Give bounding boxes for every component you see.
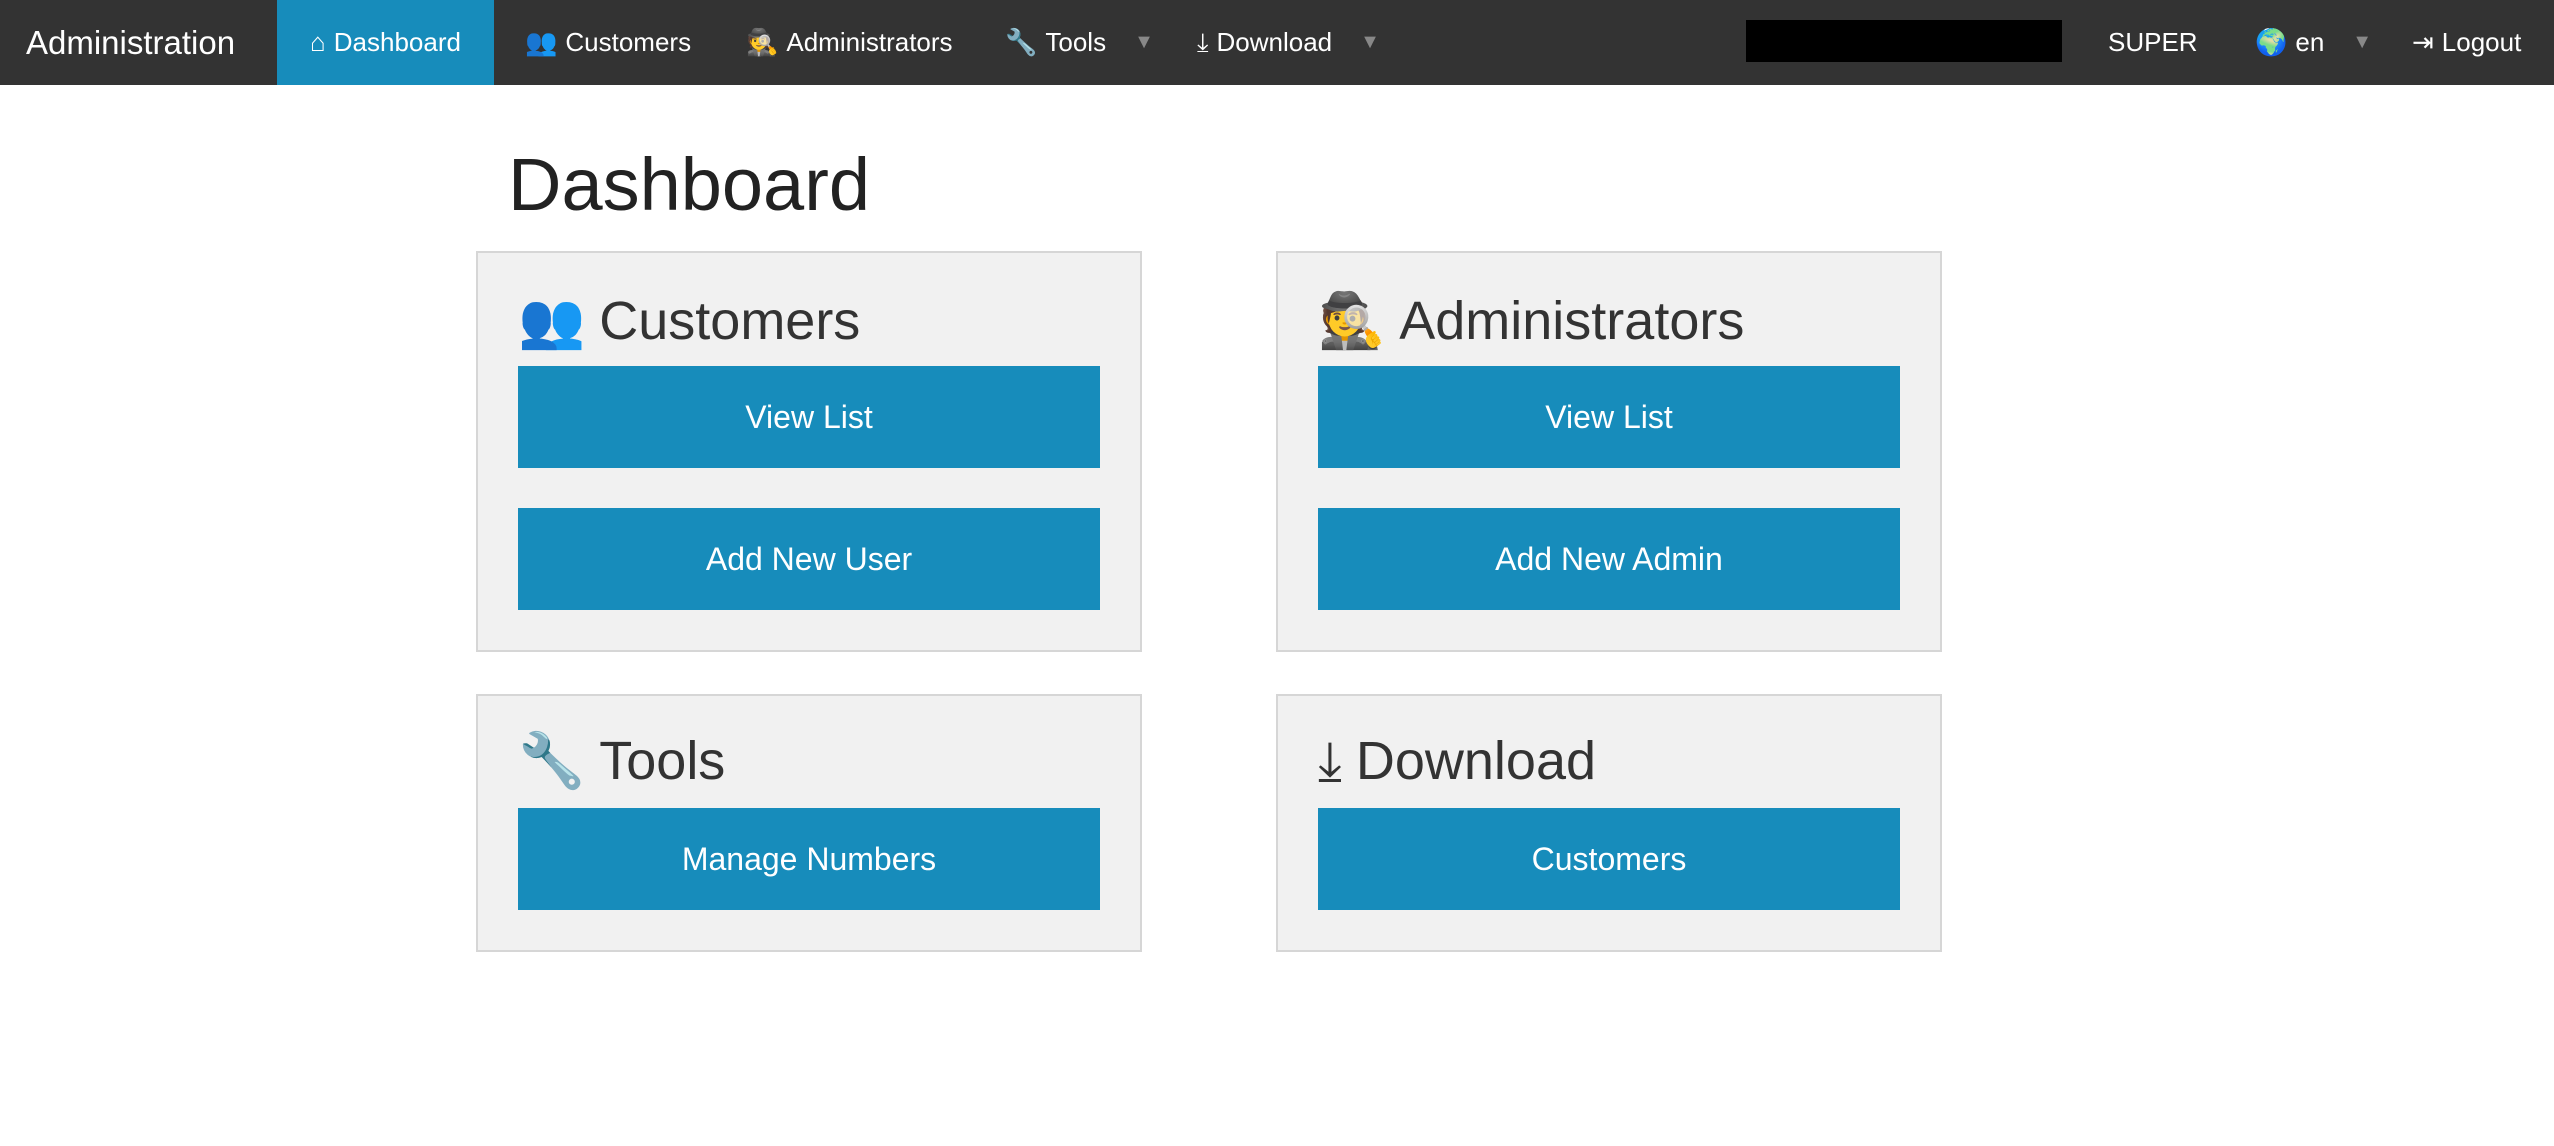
user-secret-icon: 🕵 — [746, 27, 779, 57]
nav-label: Administrators — [786, 27, 953, 57]
nav-label: Download — [1216, 27, 1333, 57]
add-new-user-button[interactable]: Add New User — [518, 508, 1100, 610]
panel-title: Administrators — [1399, 291, 1745, 351]
navbar: Administration ⌂ Dashboard 👥 Customers 🕵 Ad… — [0, 0, 2554, 85]
download-panel: ⤓ Download Customers — [1276, 694, 1942, 952]
wrench-icon: 🔧 — [518, 730, 586, 791]
manage-numbers-button[interactable]: Manage Numbers — [518, 808, 1100, 910]
users-icon: 👥 — [518, 290, 586, 351]
add-new-admin-button[interactable]: Add New Admin — [1318, 508, 1900, 610]
redacted-field — [1746, 20, 2062, 62]
tools-panel: 🔧 Tools Manage Numbers — [476, 694, 1142, 952]
panel-heading: 🔧 Tools — [518, 726, 725, 796]
logout-label: Logout — [2441, 27, 2522, 57]
panel-heading: 🕵 Administrators — [1318, 286, 1744, 356]
user-role: SUPER — [2108, 27, 2198, 57]
panel-heading: ⤓ Download — [1318, 726, 1596, 796]
nav-label: Tools — [1045, 27, 1107, 57]
nav-label: Customers — [565, 27, 692, 57]
wrench-icon: 🔧 — [1005, 27, 1038, 57]
home-icon: ⌂ — [310, 27, 326, 57]
nav-tools-dropdown[interactable]: 🔧 Tools ▼ — [1005, 0, 1154, 85]
brand-link[interactable]: Administration — [26, 0, 235, 85]
nav-download-dropdown[interactable]: ⤓ Download ▼ — [1197, 0, 1380, 85]
language-dropdown[interactable]: 🌍 en ▼ — [2255, 0, 2372, 85]
user-secret-icon: 🕵 — [1318, 290, 1386, 351]
caret-down-icon: ▼ — [1134, 31, 1154, 53]
nav-administrators[interactable]: 🕵 Administrators — [746, 0, 953, 85]
panel-title: Download — [1355, 731, 1597, 791]
nav-dashboard[interactable]: ⌂ Dashboard — [277, 0, 494, 85]
customers-panel: 👥 Customers View List Add New User — [476, 251, 1142, 652]
users-icon: 👥 — [525, 27, 558, 57]
panel-title: Tools — [599, 731, 726, 791]
administrators-panel: 🕵 Administrators View List Add New Admin — [1276, 251, 1942, 652]
caret-down-icon: ▼ — [2352, 31, 2373, 53]
globe-icon: 🌍 — [2255, 27, 2288, 57]
logout-link[interactable]: ⇥ Logout — [2412, 0, 2521, 85]
administrators-view-list-button[interactable]: View List — [1318, 366, 1900, 468]
nav-customers[interactable]: 👥 Customers — [525, 0, 691, 85]
caret-down-icon: ▼ — [1360, 31, 1380, 53]
panel-title: Customers — [599, 291, 861, 351]
sign-out-icon: ⇥ — [2412, 27, 2434, 57]
download-icon: ⤓ — [1197, 26, 1209, 57]
download-customers-button[interactable]: Customers — [1318, 808, 1900, 910]
language-label: en — [2295, 27, 2325, 57]
panel-heading: 👥 Customers — [518, 286, 860, 356]
page-title: Dashboard — [508, 143, 871, 226]
nav-label: Dashboard — [333, 27, 461, 57]
customers-view-list-button[interactable]: View List — [518, 366, 1100, 468]
download-icon: ⤓ — [1318, 730, 1342, 791]
